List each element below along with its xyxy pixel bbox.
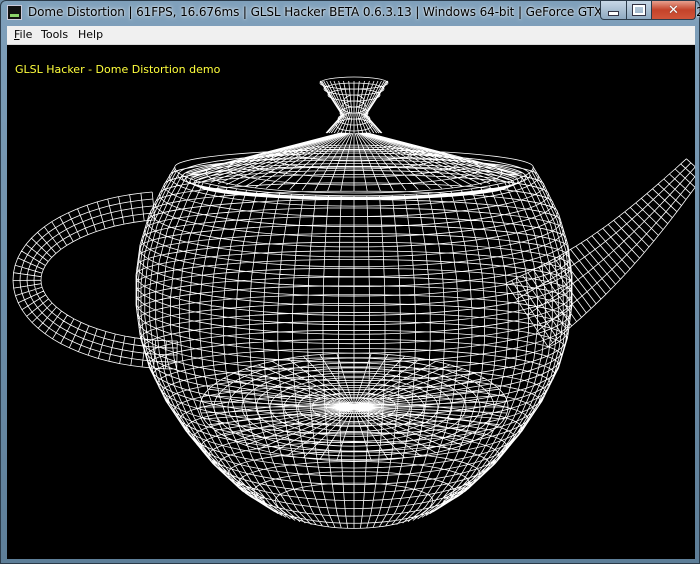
demo-title-label: GLSL Hacker - Dome Distortion demo: [15, 63, 221, 76]
minimize-icon: [608, 10, 619, 16]
close-button[interactable]: ✕: [651, 1, 696, 20]
minimize-button[interactable]: [600, 1, 627, 20]
maximize-icon: [632, 4, 646, 16]
app-icon[interactable]: [7, 5, 22, 20]
menu-tools[interactable]: Tools: [41, 28, 68, 41]
menu-file[interactable]: File: [14, 28, 32, 41]
title-bar[interactable]: Dome Distortion | 61FPS, 16.676ms | GLSL…: [1, 1, 700, 25]
render-viewport[interactable]: GLSL Hacker - Dome Distortion demo: [7, 45, 695, 559]
teapot-wireframe: [12, 76, 695, 529]
menu-help[interactable]: Help: [78, 28, 103, 41]
app-window: Dome Distortion | 61FPS, 16.676ms | GLSL…: [0, 0, 700, 564]
teapot-mesh: [12, 76, 695, 529]
menu-file-label: ile: [19, 28, 33, 41]
menu-bar: File Tools Help: [7, 26, 695, 45]
maximize-button[interactable]: [626, 1, 652, 20]
close-icon: ✕: [668, 2, 679, 18]
